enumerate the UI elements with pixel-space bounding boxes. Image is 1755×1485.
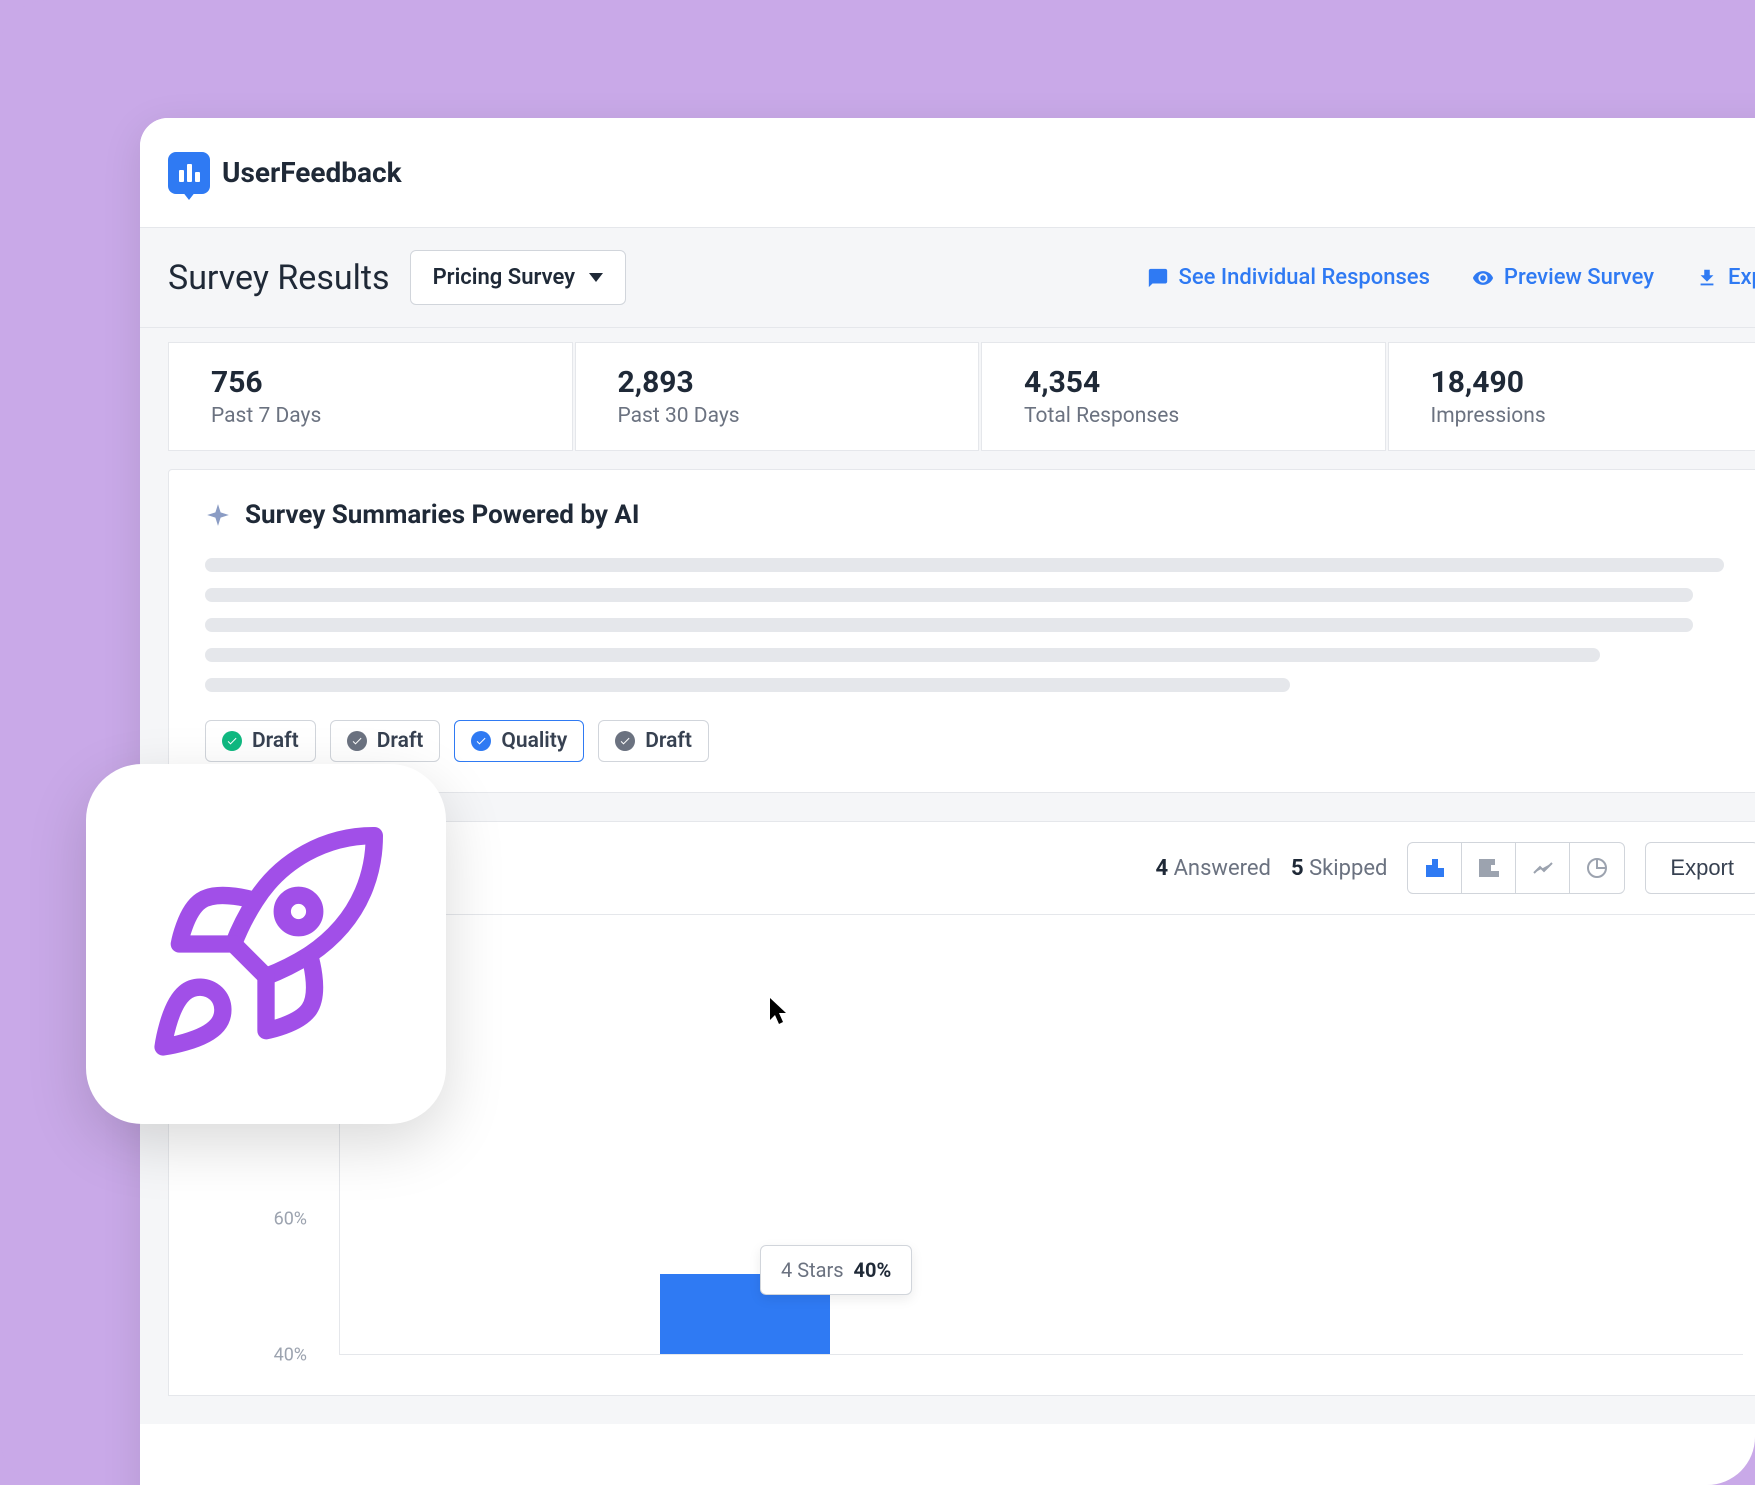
subheader-actions: See Individual Responses Preview Survey … xyxy=(1147,265,1755,290)
stat-card-30days: 2,893 Past 30 Days xyxy=(575,342,980,451)
tag-draft[interactable]: Draft xyxy=(598,720,709,762)
ai-header: Survey Summaries Powered by AI xyxy=(205,500,1755,530)
check-circle-icon xyxy=(615,731,635,751)
ai-summary-card: Survey Summaries Powered by AI Draft Dra… xyxy=(168,469,1755,793)
chart-tooltip: 4 Stars 40% xyxy=(760,1245,912,1295)
check-circle-icon xyxy=(222,731,242,751)
stat-value: 4,354 xyxy=(1024,365,1343,400)
subheader: Survey Results Pricing Survey See Indivi… xyxy=(140,228,1755,328)
horizontal-bar-icon xyxy=(1477,856,1501,880)
export-link[interactable]: Export xyxy=(1696,265,1755,290)
skeleton-line xyxy=(205,558,1724,572)
eye-icon xyxy=(1472,267,1494,289)
tags-row: Draft Draft Quality Draft xyxy=(205,720,1755,762)
skipped-stat: 5 Skipped xyxy=(1291,856,1387,881)
answered-stat: 4 Answered xyxy=(1155,856,1270,881)
logo[interactable]: UserFeedback xyxy=(168,152,402,194)
question-export-button[interactable]: Export xyxy=(1645,842,1755,894)
see-responses-link[interactable]: See Individual Responses xyxy=(1147,265,1430,290)
ai-title: Survey Summaries Powered by AI xyxy=(245,500,639,530)
logo-icon xyxy=(168,152,210,194)
dropdown-selected: Pricing Survey xyxy=(433,265,576,290)
y-tick: 60% xyxy=(274,1209,307,1230)
stat-card-total: 4,354 Total Responses xyxy=(981,342,1386,451)
survey-dropdown[interactable]: Pricing Survey xyxy=(410,250,627,305)
y-tick: 40% xyxy=(274,1345,307,1366)
rocket-icon xyxy=(136,814,396,1074)
chart-type-line-button[interactable] xyxy=(1516,843,1570,893)
check-circle-icon xyxy=(347,731,367,751)
stat-card-impressions: 18,490 Impressions xyxy=(1388,342,1755,451)
preview-survey-link[interactable]: Preview Survey xyxy=(1472,265,1654,290)
tag-draft[interactable]: Draft xyxy=(330,720,441,762)
sparkle-icon xyxy=(205,502,231,528)
chevron-down-icon xyxy=(589,273,603,282)
stat-value: 756 xyxy=(211,365,530,400)
topbar: UserFeedback xyxy=(140,118,1755,228)
chart-plot: 4 Stars 40% xyxy=(339,955,1743,1355)
outer-frame: UserFeedback Survey Results Pricing Surv… xyxy=(0,0,1755,1485)
rocket-overlay xyxy=(86,764,446,1124)
chart-type-bar-button[interactable] xyxy=(1408,843,1462,893)
stat-value: 2,893 xyxy=(618,365,937,400)
download-icon xyxy=(1696,267,1718,289)
skeleton-line xyxy=(205,648,1600,662)
chart-type-group xyxy=(1407,842,1625,894)
page-title: Survey Results xyxy=(168,258,390,298)
stat-label: Past 30 Days xyxy=(618,404,937,428)
chart-type-hbar-button[interactable] xyxy=(1462,843,1516,893)
bar-chart-icon xyxy=(1423,856,1447,880)
stat-label: Past 7 Days xyxy=(211,404,530,428)
skeleton-line xyxy=(205,618,1693,632)
stat-value: 18,490 xyxy=(1431,365,1750,400)
check-circle-icon xyxy=(471,731,491,751)
stat-label: Impressions xyxy=(1431,404,1750,428)
stat-label: Total Responses xyxy=(1024,404,1343,428)
cursor-icon xyxy=(770,998,790,1026)
tag-draft[interactable]: Draft xyxy=(205,720,316,762)
comment-icon xyxy=(1147,267,1169,289)
stats-row: 756 Past 7 Days 2,893 Past 30 Days 4,354… xyxy=(140,328,1755,469)
stat-card-7days: 756 Past 7 Days xyxy=(168,342,573,451)
line-chart-icon xyxy=(1531,856,1555,880)
tag-quality[interactable]: Quality xyxy=(454,720,584,762)
chart-type-pie-button[interactable] xyxy=(1570,843,1624,893)
brand-name: UserFeedback xyxy=(222,156,402,189)
skeleton-line xyxy=(205,588,1693,602)
pie-chart-icon xyxy=(1585,856,1609,880)
skeleton-line xyxy=(205,678,1290,692)
